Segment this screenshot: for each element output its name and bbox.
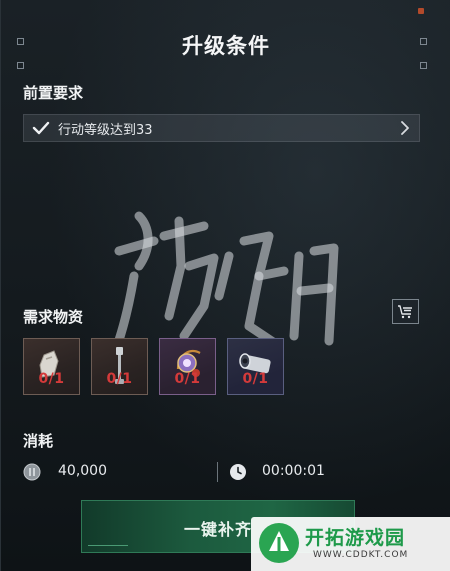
coin-icon	[23, 463, 41, 481]
material-slot-4[interactable]: 0/1	[227, 338, 284, 395]
materials-heading: 需求物资	[23, 308, 84, 326]
prerequisite-row[interactable]: 行动等级达到33	[23, 114, 420, 142]
panel-title: 升级条件	[182, 34, 270, 58]
logo-mark-icon	[259, 523, 299, 563]
cost-row: 40,000 00:00:01	[23, 459, 420, 485]
upgrade-panel: 升级条件 前置要求 行动等级达到33 需求物资 0/1 0/1 0/1 0/1 …	[0, 0, 450, 571]
frame-corner	[17, 62, 24, 69]
corner-marker	[418, 8, 424, 14]
material-count: 0/1	[174, 371, 201, 387]
frame-corner	[420, 62, 427, 69]
button-decoration	[88, 543, 128, 546]
cart-list-button[interactable]	[392, 299, 419, 324]
material-slot-1[interactable]: 0/1	[23, 338, 80, 395]
material-count: 0/1	[106, 371, 133, 387]
prerequisite-text: 行动等级达到33	[58, 122, 153, 138]
material-slot-3[interactable]: 0/1	[159, 338, 216, 395]
time-value: 00:00:01	[262, 463, 325, 479]
cost-divider	[217, 462, 218, 482]
logo-name: 开拓游戏园	[305, 527, 406, 549]
material-slot-2[interactable]: 0/1	[91, 338, 148, 395]
check-icon	[24, 120, 58, 136]
cart-list-icon	[398, 305, 412, 319]
site-logo: 开拓游戏园 WWW.CDDKT.COM	[251, 517, 450, 571]
currency-value: 40,000	[58, 463, 107, 479]
clock-icon	[230, 464, 246, 480]
material-count: 0/1	[242, 371, 269, 387]
prerequisites-heading: 前置要求	[23, 84, 84, 102]
material-count: 0/1	[38, 371, 65, 387]
chevron-right-icon	[391, 121, 419, 135]
cost-heading: 消耗	[23, 432, 54, 450]
logo-url: WWW.CDDKT.COM	[313, 550, 409, 560]
